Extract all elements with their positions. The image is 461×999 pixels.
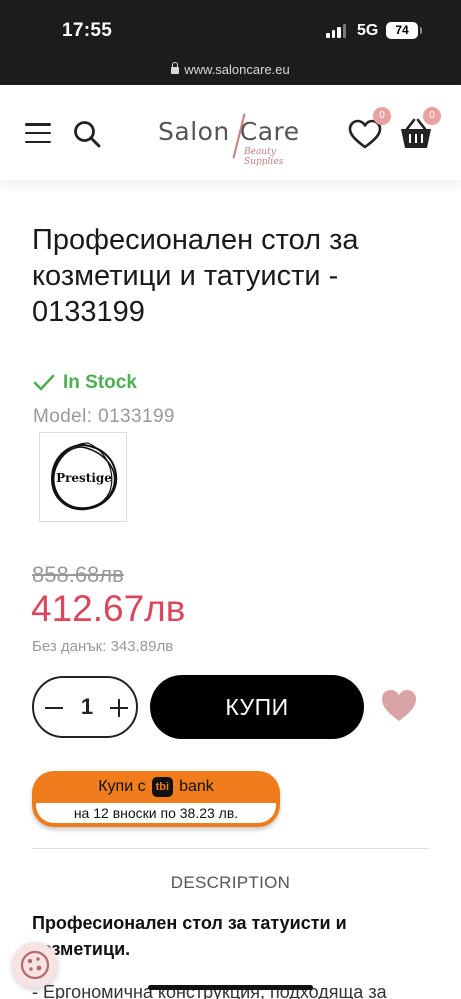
tbi-installments-text: на 12 вноски по 38.23 лв. — [36, 803, 276, 823]
site-header: Salon Care Beauty Supplies 0 0 — [0, 85, 461, 180]
brand-logo-emblem: Prestige — [50, 442, 118, 511]
checkmark-icon — [33, 374, 55, 391]
quantity-input[interactable]: 1 — [74, 694, 100, 720]
cookie-settings-button[interactable] — [12, 942, 58, 988]
tbi-logo: tbi — [151, 777, 174, 797]
old-price: 858.68лв — [32, 562, 124, 587]
divider — [32, 848, 429, 849]
quantity-stepper[interactable]: 1 — [32, 676, 138, 738]
product-model: Model: 0133199 — [33, 406, 175, 428]
network-label: 5G — [357, 22, 379, 39]
product-title: Професионален стол за козметици и татуис… — [32, 224, 359, 328]
browser-chrome: 17:55 5G 74 www.saloncare.eu — [0, 0, 461, 85]
tax-label: Без данък: — [32, 638, 107, 655]
buy-button[interactable]: КУПИ — [150, 675, 364, 739]
logo-text-right: Care — [239, 117, 300, 146]
status-time: 17:55 — [62, 20, 113, 41]
site-logo[interactable]: Salon Care Beauty Supplies — [158, 113, 310, 167]
url-bar[interactable]: www.saloncare.eu — [0, 62, 461, 77]
quantity-plus-button[interactable] — [108, 694, 132, 720]
menu-icon[interactable] — [25, 123, 51, 143]
tbi-prefix: Купи с — [98, 778, 146, 795]
price: 412.67лв — [31, 588, 186, 629]
brand-logo[interactable]: Prestige — [39, 432, 127, 522]
tbi-suffix: bank — [179, 778, 214, 795]
url-text: www.saloncare.eu — [184, 62, 290, 77]
wishlist-count-badge: 0 — [373, 107, 391, 125]
stock-status: In Stock — [33, 372, 137, 394]
tbi-bank-installments-button[interactable]: Купи с tbi bank на 12 вноски по 38.23 лв… — [32, 771, 280, 827]
battery-icon: 74 — [386, 22, 422, 39]
cookie-icon — [20, 950, 50, 980]
search-icon[interactable] — [72, 119, 102, 149]
home-indicator — [148, 985, 313, 990]
signal-icon — [326, 24, 346, 38]
brand-name: Prestige — [56, 471, 112, 485]
logo-text-left: Salon — [158, 117, 230, 146]
model-label: Model: — [33, 406, 93, 427]
cart-count-badge: 0 — [423, 107, 441, 125]
lock-icon — [171, 62, 180, 74]
model-value: 0133199 — [98, 406, 175, 427]
price-without-tax: Без данък: 343.89лв — [32, 638, 173, 655]
logo-tagline: Beauty Supplies — [244, 147, 284, 167]
stock-label: In Stock — [63, 372, 137, 393]
add-to-wishlist-heart-icon[interactable] — [380, 688, 418, 724]
tax-value: 343.89лв — [110, 638, 174, 655]
description-heading: Професионален стол за татуисти и козмети… — [32, 913, 347, 959]
quantity-minus-button[interactable] — [43, 694, 67, 720]
tab-description[interactable]: DESCRIPTION — [0, 873, 461, 893]
